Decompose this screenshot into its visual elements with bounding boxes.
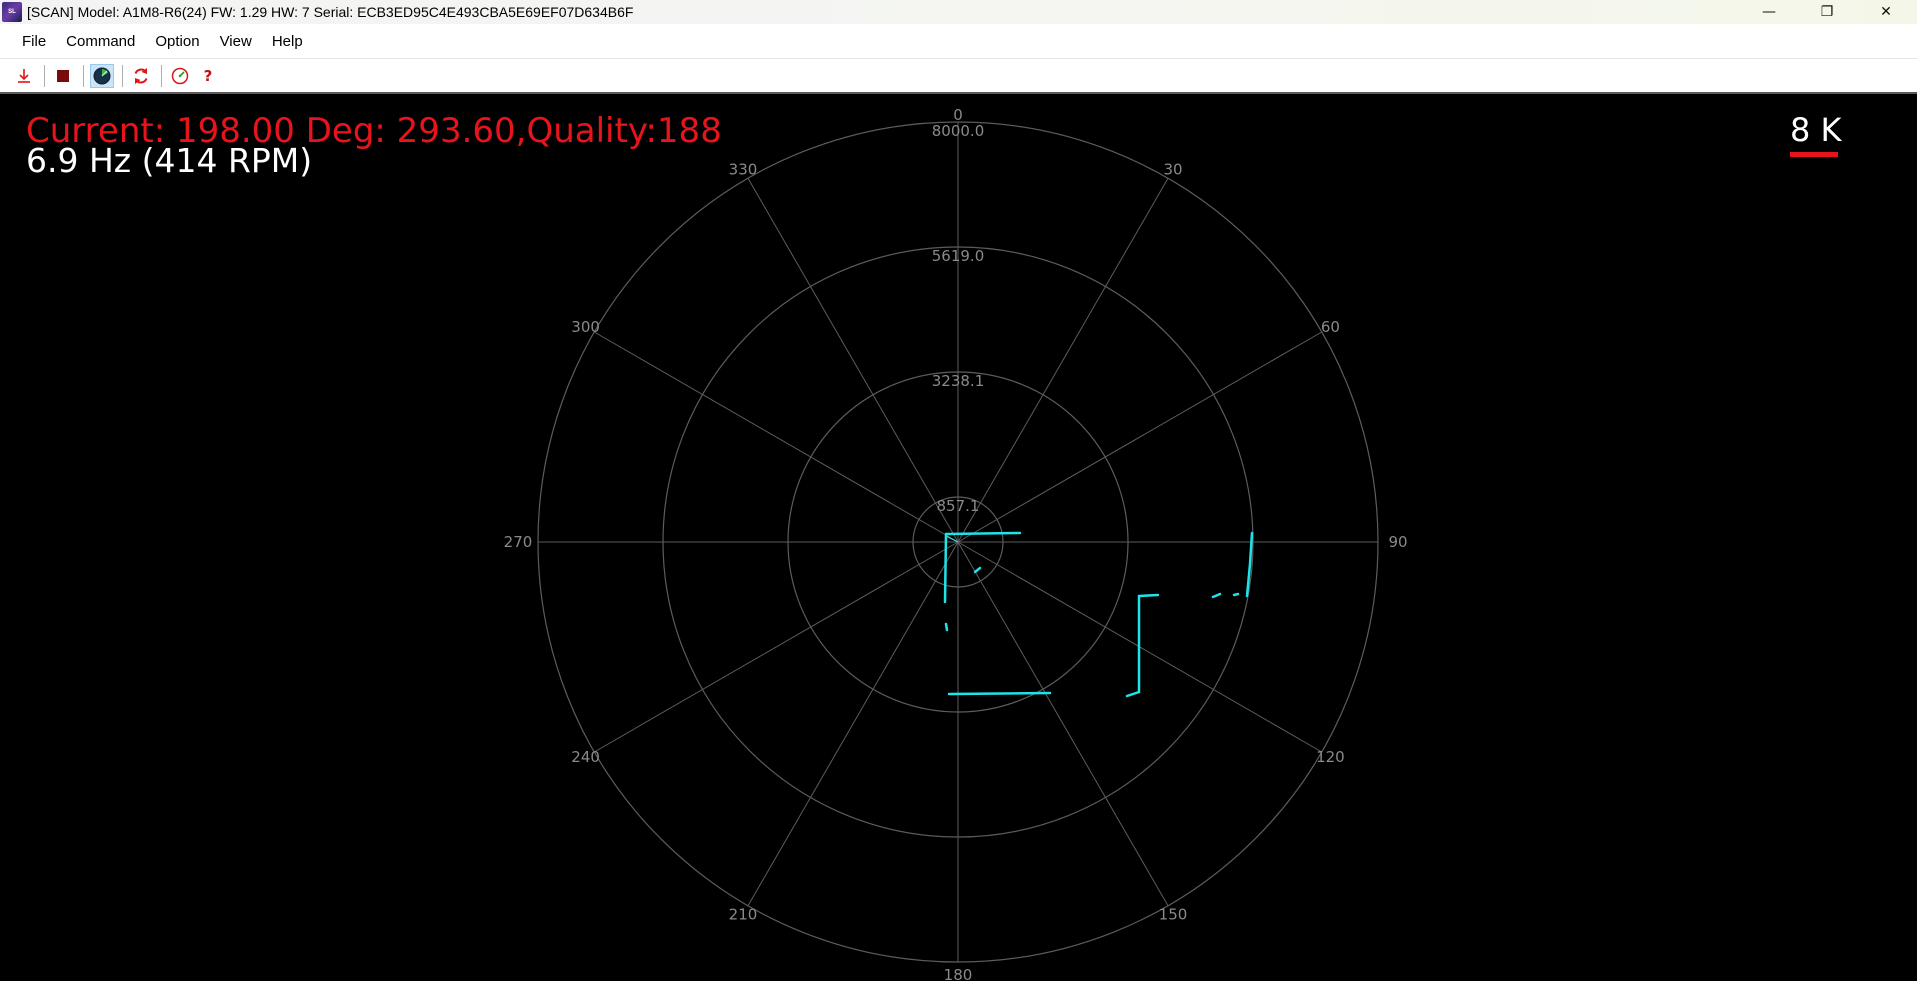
toolbar-separator bbox=[44, 64, 45, 87]
scan-trace bbox=[973, 566, 982, 574]
angle-spoke bbox=[594, 541, 959, 753]
scan-view[interactable]: 8000.0 5619.0 3238.1 857.1 0 30 60 90 120 150 180… bbox=[0, 92, 1917, 981]
angle-label: 180 bbox=[944, 966, 973, 981]
gauge-icon bbox=[171, 67, 189, 84]
window-title: [SCAN] Model: A1M8-R6(24) FW: 1.29 HW: 7… bbox=[27, 4, 634, 20]
maximize-button[interactable]: ❐ bbox=[1798, 0, 1856, 24]
title-bar[interactable]: SL [SCAN] Model: A1M8-R6(24) FW: 1.29 HW… bbox=[0, 0, 1917, 24]
scan-points bbox=[943, 531, 1254, 698]
scan-trace bbox=[947, 691, 1052, 696]
range-ring-label: 5619.0 bbox=[932, 247, 985, 265]
scan-trace bbox=[944, 622, 949, 632]
stop-button[interactable] bbox=[51, 64, 75, 88]
minimize-button[interactable]: — bbox=[1740, 0, 1798, 24]
toolbar: ? bbox=[0, 58, 1917, 92]
menu-help[interactable]: Help bbox=[262, 29, 313, 54]
menu-file[interactable]: File bbox=[12, 29, 56, 54]
angle-label: 330 bbox=[729, 161, 758, 179]
close-button[interactable]: ✕ bbox=[1857, 0, 1915, 24]
angle-spoke bbox=[957, 331, 1322, 543]
angle-label: 150 bbox=[1159, 905, 1188, 923]
menu-command[interactable]: Command bbox=[56, 29, 145, 54]
range-ring-label: 3238.1 bbox=[932, 372, 985, 390]
gauge-button[interactable] bbox=[168, 64, 192, 88]
angle-label: 300 bbox=[571, 318, 600, 336]
menu-bar: File Command Option View Help bbox=[0, 24, 1917, 58]
angle-spoke bbox=[594, 331, 959, 543]
scan-trace bbox=[1232, 592, 1240, 597]
radar-view-icon bbox=[93, 67, 111, 84]
help-icon: ? bbox=[203, 66, 213, 85]
scan-trace bbox=[944, 531, 1022, 536]
angle-label: 0 bbox=[953, 106, 963, 124]
angle-spoke bbox=[957, 541, 1169, 906]
angle-label: 210 bbox=[729, 905, 758, 923]
angle-label: 270 bbox=[504, 533, 533, 551]
scan-trace bbox=[1211, 592, 1222, 599]
menu-option[interactable]: Option bbox=[145, 29, 209, 54]
range-ring-label: 857.1 bbox=[937, 497, 980, 515]
help-button[interactable]: ? bbox=[196, 64, 220, 88]
radar-view-button[interactable] bbox=[90, 63, 114, 88]
range-ring-label: 8000.0 bbox=[932, 122, 985, 140]
range-scale-underline bbox=[1790, 152, 1838, 157]
angle-spoke bbox=[747, 178, 959, 543]
toolbar-separator bbox=[122, 64, 123, 87]
download-button[interactable] bbox=[12, 64, 36, 88]
angle-spoke bbox=[747, 541, 959, 906]
angle-label: 120 bbox=[1316, 748, 1345, 766]
toolbar-separator bbox=[161, 64, 162, 87]
angle-label: 60 bbox=[1321, 318, 1340, 336]
scan-trace bbox=[943, 532, 948, 604]
angle-label: 240 bbox=[571, 748, 600, 766]
range-scale-label[interactable]: 8 K bbox=[1790, 114, 1842, 146]
app-logo-icon: SL bbox=[2, 2, 22, 22]
stop-icon bbox=[57, 69, 69, 82]
radar-plot: 8000.0 5619.0 3238.1 857.1 0 30 60 90 120 150 180… bbox=[504, 106, 1408, 981]
scan-rate-readout: 6.9 Hz (414 RPM) bbox=[26, 141, 313, 180]
app-window: SL [SCAN] Model: A1M8-R6(24) FW: 1.29 HW… bbox=[0, 0, 1917, 981]
toolbar-separator bbox=[83, 64, 84, 87]
angle-label: 30 bbox=[1163, 161, 1182, 179]
angle-spoke bbox=[957, 178, 1169, 543]
refresh-button[interactable] bbox=[129, 64, 153, 88]
download-icon bbox=[18, 68, 30, 83]
angle-label: 90 bbox=[1388, 533, 1407, 551]
scan-trace bbox=[1137, 593, 1160, 598]
menu-view[interactable]: View bbox=[210, 29, 262, 54]
refresh-icon bbox=[134, 67, 148, 84]
